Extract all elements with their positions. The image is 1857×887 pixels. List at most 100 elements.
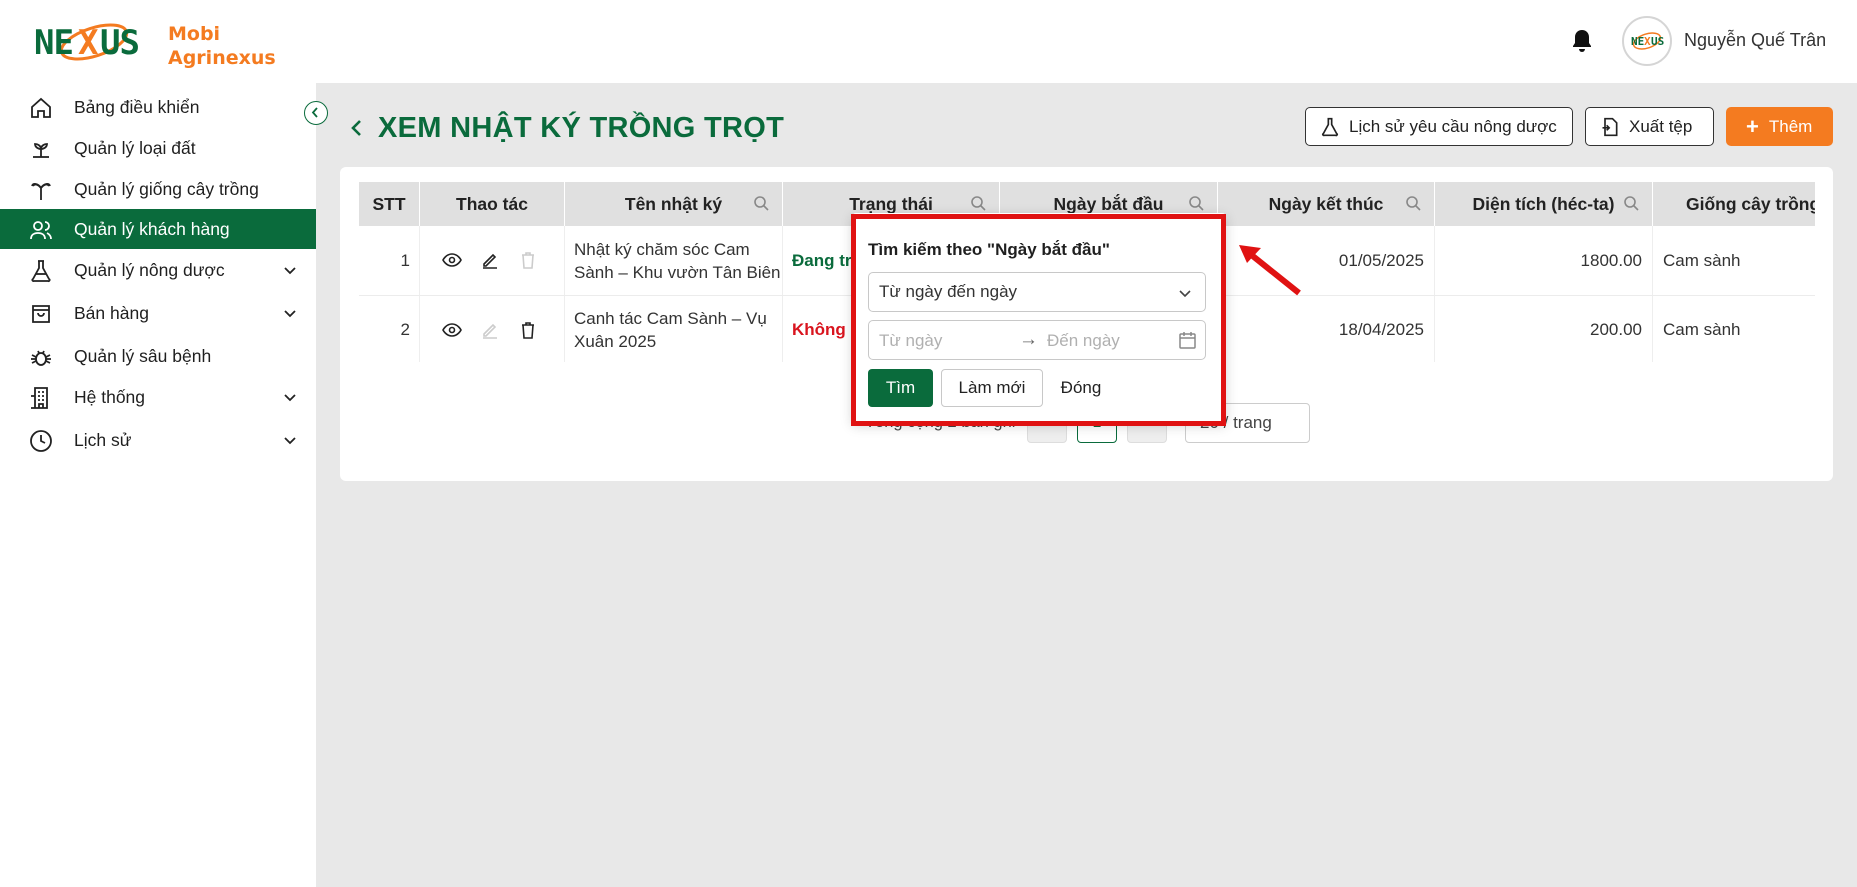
column-header-variety: Giống cây trồng — [1653, 182, 1815, 226]
sidebar-item-label: Quản lý loại đất — [74, 137, 196, 158]
sidebar-item-pests[interactable]: Quản lý sâu bệnh — [0, 336, 316, 376]
delete-trash-icon — [522, 252, 534, 269]
svg-text:NE: NE — [34, 23, 73, 63]
flask-icon — [31, 260, 51, 282]
sidebar-item-customers[interactable]: Quản lý khách hàng — [0, 209, 316, 249]
sidebar-item-soil[interactable]: Quản lý loại đất — [0, 128, 316, 168]
palm-tree-icon — [31, 183, 51, 200]
cell-text: Xuân 2025 — [574, 332, 657, 351]
cell-area: 200.00 — [1435, 296, 1653, 362]
sidebar-collapse-button[interactable] — [304, 101, 328, 125]
cell-name[interactable]: Canh tác Cam Sành – Vụ Xuân 2025 — [565, 296, 783, 362]
cell-variety: Cam sành — [1663, 250, 1741, 270]
nexus-logo-icon: NE X US — [34, 23, 140, 63]
user-name[interactable]: Nguyễn Quế Trân — [1684, 30, 1826, 51]
cell-text: Sành – Khu vườn Tân Biên — [574, 262, 781, 282]
export-icon — [1602, 117, 1618, 136]
cell-actions — [420, 226, 565, 295]
avatar[interactable]: NE X US — [1622, 16, 1672, 66]
red-pointer-arrow-icon — [1239, 245, 1301, 296]
column-label: STT — [372, 193, 406, 214]
app-header: NE X US Mobi Agrinexus NE X US Nguyễn Qu… — [0, 0, 1857, 83]
search-icon[interactable] — [753, 195, 770, 212]
avatar-logo-icon: NE X US — [1631, 32, 1664, 50]
bell-icon[interactable] — [1570, 28, 1594, 54]
chevron-down-icon — [284, 394, 296, 402]
brand-name-line2: Agrinexus — [168, 47, 276, 69]
brand-name-line1: Mobi — [168, 23, 221, 45]
sidebar-item-label: Bán hàng — [74, 302, 149, 323]
export-file-button[interactable]: Xuất tệp — [1585, 107, 1714, 146]
back-arrow-icon[interactable] — [348, 117, 366, 139]
column-header-actions: Thao tác — [420, 182, 565, 226]
button-label: Thêm — [1768, 116, 1813, 136]
cell-area: 1800.00 — [1435, 226, 1653, 295]
search-icon[interactable] — [970, 195, 987, 212]
button-label: Xuất tệp — [1629, 116, 1693, 136]
page-title: XEM NHẬT KÝ TRỒNG TRỌT — [378, 111, 785, 144]
sidebar: Bảng điều khiển Quản lý loại đất Quản lý… — [0, 83, 316, 887]
sidebar-item-label: Hệ thống — [74, 386, 146, 407]
column-label: Giống cây trồng — [1686, 193, 1815, 214]
bug-icon — [31, 350, 51, 366]
sidebar-item-crop-varieties[interactable]: Quản lý giống cây trồng — [0, 169, 316, 209]
clock-icon — [30, 430, 52, 452]
sidebar-item-label: Quản lý khách hàng — [74, 218, 230, 239]
column-label: Diện tích (héc-ta) — [1472, 193, 1615, 214]
svg-text:X: X — [1644, 35, 1651, 48]
cell-end-date: 18/04/2025 — [1218, 296, 1435, 362]
soil-icon — [33, 143, 49, 158]
sidebar-item-system[interactable]: Hệ thống — [0, 377, 316, 417]
cell-text: Canh tác Cam Sành – Vụ — [574, 309, 767, 328]
sidebar-item-history[interactable]: Lịch sử — [0, 420, 316, 460]
column-header-name: Tên nhật ký — [565, 182, 783, 226]
flask-icon — [1322, 117, 1338, 136]
page-header: XEM NHẬT KÝ TRỒNG TRỌT — [348, 108, 784, 148]
cell-variety: Cam sành — [1663, 320, 1741, 339]
search-icon[interactable] — [1188, 195, 1205, 212]
highlight-box — [851, 214, 1226, 426]
cell-text: Nhật ký chăm sóc Cam — [574, 239, 750, 259]
app-logo[interactable]: NE X US Mobi Agrinexus — [34, 14, 276, 70]
chevron-down-icon — [284, 267, 296, 275]
sidebar-item-sales[interactable]: Bán hàng — [0, 293, 316, 333]
shopping-bag-icon — [32, 305, 50, 323]
add-button[interactable]: + Thêm — [1726, 107, 1833, 146]
column-header-end-date: Ngày kết thúc — [1218, 182, 1435, 226]
column-label: Tên nhật ký — [624, 193, 723, 214]
view-eye-icon[interactable] — [442, 250, 462, 270]
cell-stt: 2 — [359, 296, 420, 362]
sidebar-item-label: Quản lý nông dược — [74, 259, 225, 280]
delete-trash-icon[interactable] — [518, 320, 538, 340]
column-label: Ngày bắt đầu — [1053, 193, 1164, 214]
edit-pencil-icon — [483, 323, 497, 339]
chevron-left-icon — [311, 107, 318, 118]
home-icon — [31, 97, 51, 118]
sidebar-item-label: Quản lý giống cây trồng — [74, 178, 259, 199]
cell-name[interactable]: Nhật ký chăm sóc Cam Sành – Khu vườn Tân… — [565, 226, 783, 295]
sidebar-item-dashboard[interactable]: Bảng điều khiển — [0, 87, 316, 127]
column-header-stt: STT — [359, 182, 420, 226]
search-icon[interactable] — [1623, 195, 1640, 212]
svg-text:X: X — [78, 23, 99, 63]
sidebar-item-pesticides[interactable]: Quản lý nông dược — [0, 250, 316, 290]
pesticide-request-history-button[interactable]: Lịch sử yêu cầu nông dược — [1305, 107, 1573, 146]
column-label: Trạng thái — [849, 193, 933, 214]
edit-pencil-icon[interactable] — [480, 250, 500, 270]
building-icon — [31, 387, 48, 409]
view-eye-icon[interactable] — [442, 320, 462, 340]
users-icon — [30, 221, 52, 240]
column-label: Ngày kết thúc — [1268, 193, 1384, 214]
cell-stt: 1 — [359, 226, 420, 295]
sidebar-item-label: Quản lý sâu bệnh — [74, 345, 212, 366]
chevron-down-icon — [284, 437, 296, 445]
column-header-area: Diện tích (héc-ta) — [1435, 182, 1653, 226]
sidebar-item-label: Lịch sử — [74, 429, 132, 450]
button-label: Lịch sử yêu cầu nông dược — [1349, 116, 1557, 136]
sidebar-item-label: Bảng điều khiển — [74, 96, 200, 117]
svg-text:NE: NE — [1631, 35, 1644, 48]
search-icon[interactable] — [1405, 195, 1422, 212]
chevron-down-icon — [284, 310, 296, 318]
svg-text:US: US — [100, 23, 139, 63]
svg-text:US: US — [1651, 35, 1664, 48]
